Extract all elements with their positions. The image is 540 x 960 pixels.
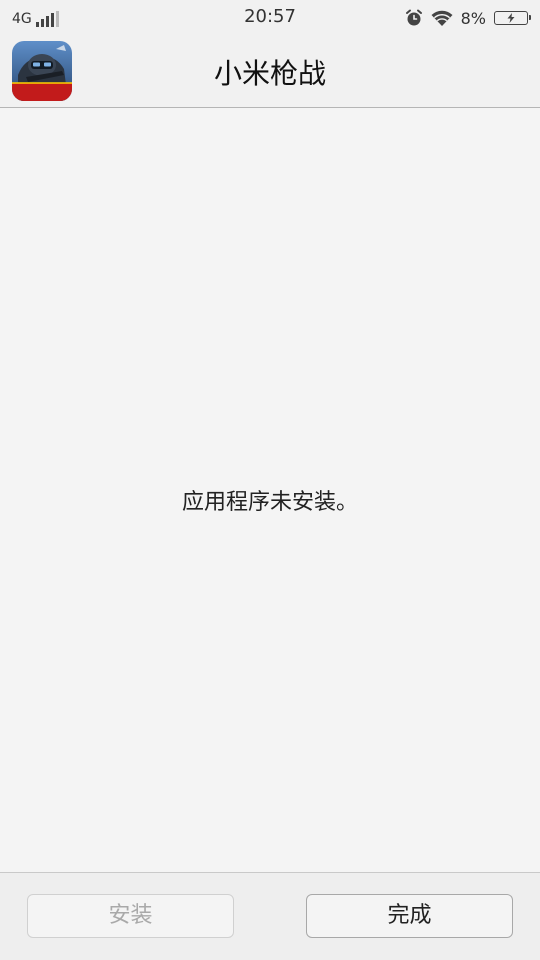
install-button[interactable]: 安装 [27,894,234,938]
system-icons: 8% [405,7,531,29]
done-button[interactable]: 完成 [306,894,513,938]
status-bar: 4G 20:57 8% [0,0,540,36]
install-status-message: 应用程序未安装。 [181,490,358,515]
wifi-icon [431,10,453,27]
header: 小米枪战 [0,36,540,108]
battery-percent: 8% [460,8,486,28]
alarm-icon [405,9,423,27]
app-title: 小米枪战 [213,57,326,90]
main-content: 应用程序未安装。 [0,108,540,872]
battery-icon [494,11,531,25]
action-bar: 安装 完成 [0,872,540,960]
charging-icon [507,13,515,23]
